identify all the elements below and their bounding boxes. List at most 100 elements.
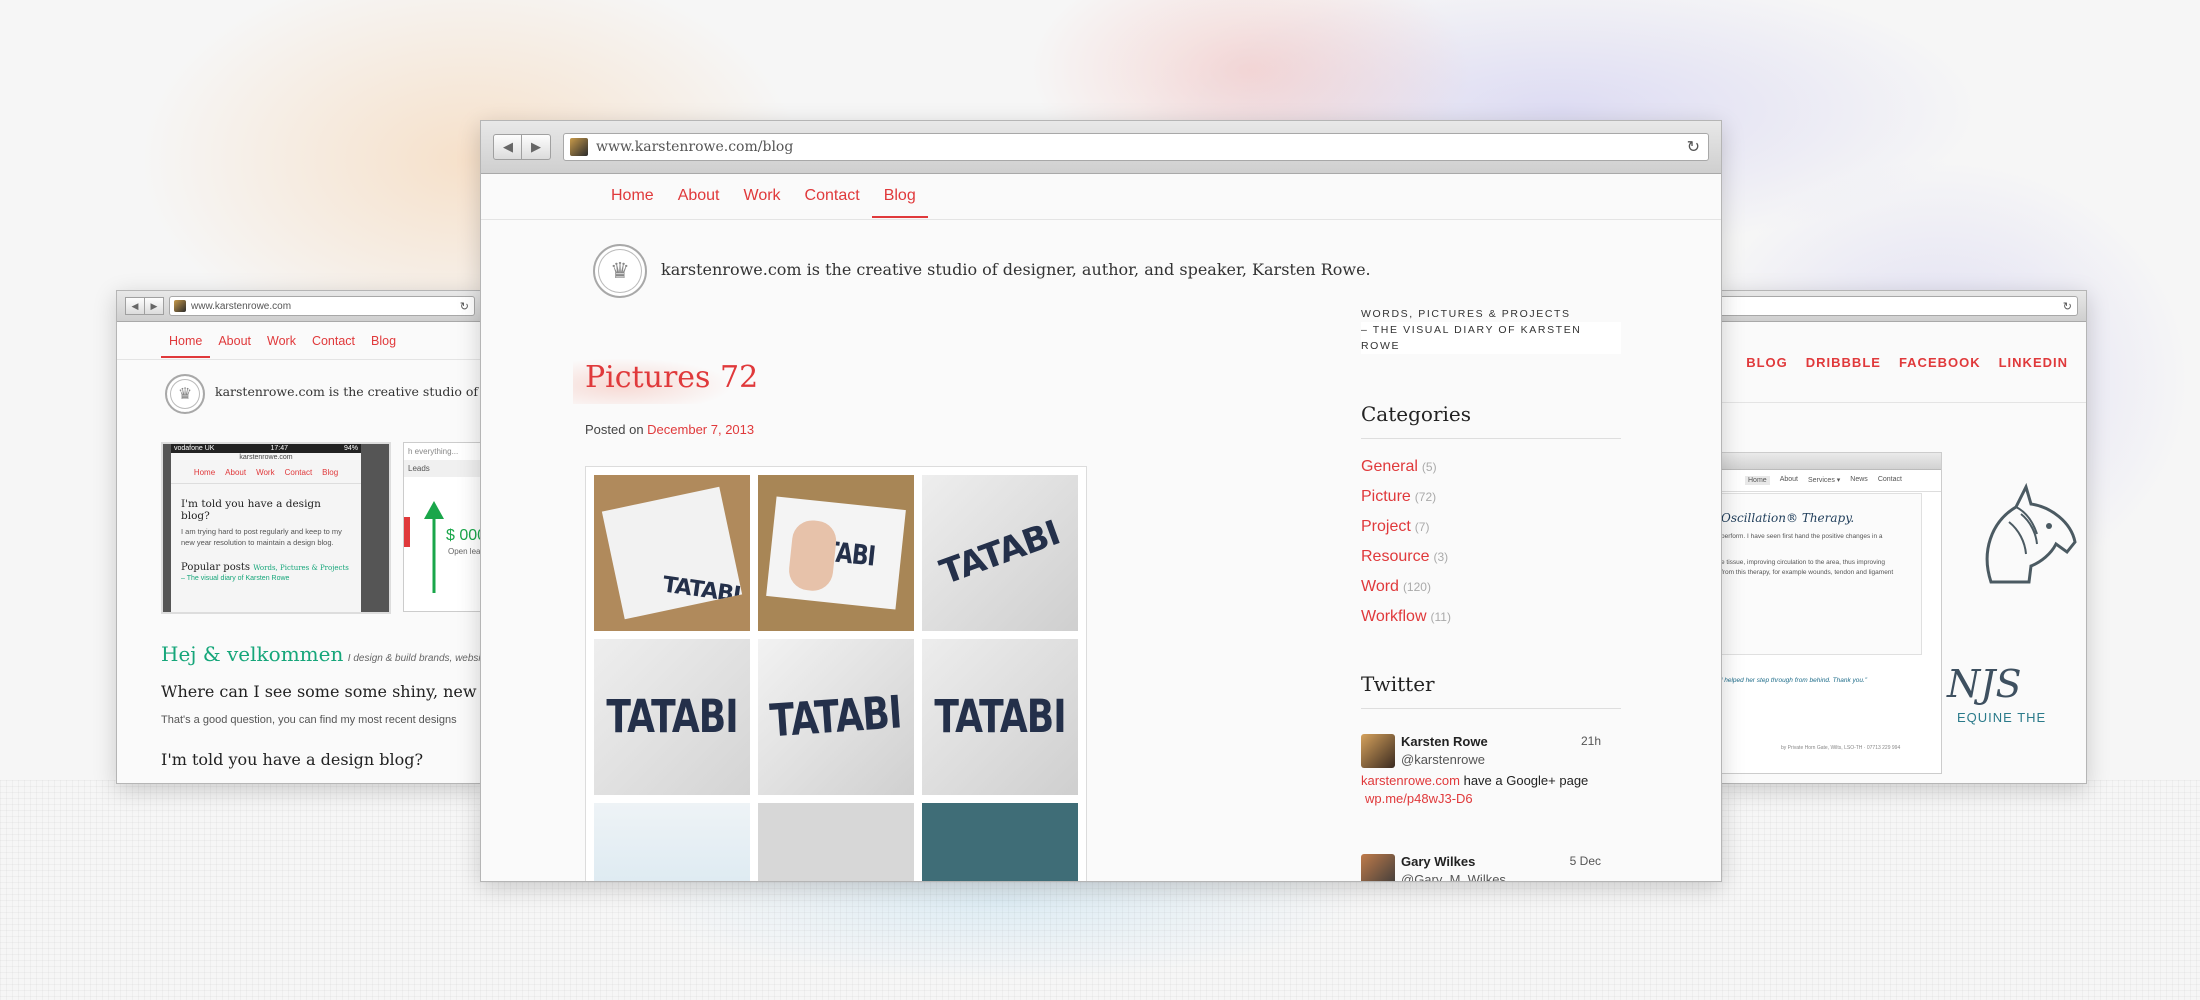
- main-url-text: www.karstenrowe.com/blog: [596, 139, 794, 155]
- tweet-handle[interactable]: @karstenrowe: [1401, 752, 1485, 767]
- tweet-author[interactable]: Karsten Rowe: [1401, 734, 1488, 749]
- phone-popular: Popular posts Words, Pictures & Projects: [181, 562, 349, 573]
- sidebar-tagline: WORDS, PICTURES & PROJECTS – THE VISUAL …: [1361, 306, 1621, 354]
- njs-logo-sub: EQUINE THE: [1957, 710, 2047, 725]
- equine-site-screenshot[interactable]: Home About Services ▾ News Contact Oscillati…: [1721, 452, 1942, 774]
- forward-button[interactable]: ▶: [521, 134, 551, 160]
- gallery-photo-2[interactable]: TATABI: [758, 475, 914, 631]
- post-title[interactable]: Pictures 72: [585, 360, 758, 395]
- crown-logo-icon[interactable]: ♛: [165, 374, 205, 414]
- equine-footer: by Private Horn Gate, Wilts, LSO-TH · 07…: [1781, 745, 1901, 751]
- tweet-time: 5 Dec: [1569, 854, 1601, 868]
- right-nav-blog[interactable]: BLOG: [1746, 355, 1788, 370]
- right-url-bar[interactable]: ↻: [1721, 296, 2078, 316]
- twitter-heading: Twitter: [1361, 672, 1435, 696]
- left-url-bar[interactable]: www.karstenrowe.com ↻: [169, 296, 475, 316]
- left-url-text: www.karstenrowe.com: [191, 300, 292, 312]
- category-picture[interactable]: Picture (72): [1361, 488, 1436, 506]
- forward-button[interactable]: ▶: [144, 297, 164, 315]
- right-nav-linkedin[interactable]: LINKEDIN: [1999, 355, 2068, 370]
- category-resource[interactable]: Resource (3): [1361, 548, 1448, 566]
- right-nav-dribbble[interactable]: DRIBBBLE: [1806, 355, 1881, 370]
- avatar[interactable]: [1361, 854, 1395, 881]
- nav-about[interactable]: About: [666, 174, 732, 218]
- posted-on: Posted on December 7, 2013: [585, 422, 754, 437]
- dashboard-search: h everything...: [408, 447, 459, 456]
- right-browser-window: ↻ BLOG DRIBBBLE FACEBOOK LINKEDIN Home Ab…: [1720, 290, 2087, 784]
- equine-heading: Oscillation® Therapy.: [1721, 511, 1855, 525]
- right-nav-facebook[interactable]: FACEBOOK: [1899, 355, 1981, 370]
- reload-icon[interactable]: ↻: [1687, 137, 1700, 157]
- tweet-time: 21h: [1580, 734, 1601, 748]
- favicon-icon: [570, 138, 588, 156]
- nav-home[interactable]: Home: [599, 174, 666, 218]
- gallery-photo-3[interactable]: TATABI: [922, 475, 1078, 631]
- left-browser-chrome: ◀ ▶ www.karstenrowe.com ↻: [117, 291, 483, 322]
- left-nav: Home About Work Contact Blog: [161, 326, 404, 358]
- left-nav-home[interactable]: Home: [161, 326, 211, 358]
- main-nav: Home About Work Contact Blog: [599, 174, 928, 218]
- tweet: Gary Wilkes @Gary_M_Wilkes 5 Dec: [1361, 854, 1601, 881]
- nav-blog[interactable]: Blog: [871, 174, 928, 218]
- sidebar-tagline-2: – THE VISUAL DIARY OF KARSTEN ROWE: [1361, 322, 1621, 354]
- reload-icon[interactable]: ↻: [2063, 300, 2072, 313]
- gallery-photo-4[interactable]: TATABI: [594, 639, 750, 795]
- gallery-photo-6[interactable]: TATABI: [922, 639, 1078, 795]
- back-button[interactable]: ◀: [125, 297, 145, 315]
- gallery-photo-8[interactable]: TATABI: [758, 803, 914, 881]
- gallery-photo-9[interactable]: TATABI: [922, 803, 1078, 881]
- phone-site: karstenrowe.com: [239, 454, 293, 461]
- main-browser-chrome: ◀ ▶ www.karstenrowe.com/blog ↻: [481, 121, 1721, 174]
- gallery-photo-7[interactable]: TATABI: [594, 803, 750, 881]
- left-answer: That's a good question, you can find my …: [161, 714, 457, 726]
- main-page: Home About Work Contact Blog ♛ karstenro…: [481, 174, 1721, 881]
- left-tagline: karstenrowe.com is the creative studio o…: [215, 384, 483, 399]
- posted-date-link[interactable]: December 7, 2013: [647, 422, 754, 437]
- sidebar-tagline-1: WORDS, PICTURES & PROJECTS: [1361, 308, 1571, 320]
- left-nav-about[interactable]: About: [210, 326, 259, 358]
- welcome-heading: Hej & velkommen: [161, 642, 344, 666]
- phone-nav: Home About Work Contact Blog: [171, 462, 361, 484]
- tweet-link[interactable]: karstenrowe.com: [1361, 773, 1460, 788]
- right-page: BLOG DRIBBBLE FACEBOOK LINKEDIN Home Abou…: [1721, 322, 2086, 783]
- reload-icon[interactable]: ↻: [460, 300, 469, 313]
- dashboard-leads: Leads: [404, 460, 483, 477]
- category-word[interactable]: Word (120): [1361, 578, 1431, 596]
- avatar[interactable]: [1361, 734, 1395, 768]
- tweet-author[interactable]: Gary Wilkes: [1401, 854, 1475, 869]
- phone-screenshot-card[interactable]: vodafone UK 17:47 94% karstenrowe.com Home…: [161, 442, 391, 614]
- main-url-bar[interactable]: www.karstenrowe.com/blog ↻: [563, 133, 1709, 161]
- gallery-photo-1[interactable]: TATABI: [594, 475, 750, 631]
- phone-text: I am trying hard to post regularly and k…: [181, 527, 342, 547]
- equine-text-2: e tissue, improving circulation to the a…: [1721, 559, 1886, 566]
- nav-contact[interactable]: Contact: [793, 174, 872, 218]
- main-browser-window: ◀ ▶ www.karstenrowe.com/blog ↻ Home Abou…: [480, 120, 1722, 882]
- category-project[interactable]: Project (7): [1361, 518, 1429, 536]
- phone-popular-link2: – The visual diary of Karsten Rowe: [181, 575, 290, 582]
- phone-status-bar: vodafone UK 17:47 94%: [171, 444, 361, 453]
- category-workflow[interactable]: Workflow (11): [1361, 608, 1451, 626]
- posted-prefix: Posted on: [585, 422, 644, 437]
- category-general[interactable]: General (5): [1361, 458, 1437, 476]
- tweet: Karsten Rowe @karstenrowe 21h karstenrow…: [1361, 734, 1601, 814]
- left-welcome: Hej & velkommen I design & build brands,…: [161, 642, 481, 666]
- dashboard-screenshot-card[interactable]: h everything... Leads $ 000 Open lea: [403, 442, 483, 612]
- equine-quote: l helped her step through from behind. T…: [1721, 677, 1867, 684]
- welcome-sub: I design & build brands, websi: [347, 653, 481, 664]
- tweet-body: karstenrowe.com have a Google+ page wp.m…: [1361, 773, 1589, 806]
- categories-heading: Categories: [1361, 402, 1471, 426]
- back-button[interactable]: ◀: [493, 134, 523, 160]
- left-nav-work[interactable]: Work: [259, 326, 304, 358]
- right-nav: BLOG DRIBBBLE FACEBOOK LINKEDIN: [1746, 355, 2068, 370]
- crown-logo-icon[interactable]: ♛: [593, 244, 647, 298]
- tweet-short-link[interactable]: wp.me/p48wJ3-D6: [1365, 791, 1473, 806]
- tweet-handle[interactable]: @Gary_M_Wilkes: [1401, 872, 1506, 881]
- gallery-photo-5[interactable]: TATABI: [758, 639, 914, 795]
- left-nav-blog[interactable]: Blog: [363, 326, 404, 358]
- left-blog-question: I'm told you have a design blog?: [161, 750, 424, 769]
- horse-head-logo-icon: [1985, 482, 2077, 584]
- equine-nav: Home About Services ▾ News Contact: [1721, 470, 1941, 492]
- nav-work[interactable]: Work: [732, 174, 793, 218]
- equine-text-1: perform. I have seen first hand the posi…: [1721, 533, 1883, 540]
- left-nav-contact[interactable]: Contact: [304, 326, 363, 358]
